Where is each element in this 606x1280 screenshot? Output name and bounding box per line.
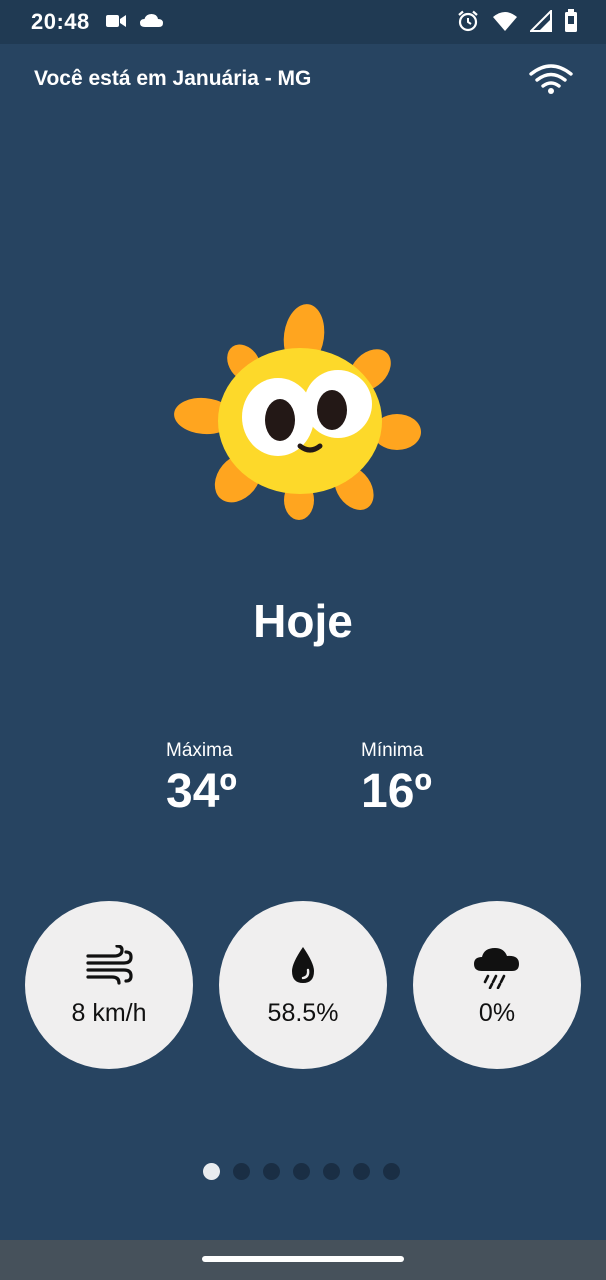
alarm-icon bbox=[456, 9, 480, 38]
rain-cloud-icon bbox=[413, 945, 581, 989]
sun-mascot bbox=[172, 300, 426, 524]
page-dot[interactable] bbox=[233, 1163, 250, 1180]
page-dot[interactable] bbox=[293, 1163, 310, 1180]
battery-icon bbox=[564, 9, 578, 38]
cellular-signal-icon bbox=[528, 8, 552, 37]
video-camera-icon bbox=[105, 11, 127, 36]
status-bar: 20:48 bbox=[0, 0, 606, 44]
max-temperature-value: 34º bbox=[166, 765, 237, 818]
wind-metric: 8 km/h bbox=[25, 901, 193, 1069]
rain-metric: 0% bbox=[413, 901, 581, 1069]
page-dot[interactable] bbox=[383, 1163, 400, 1180]
wind-icon bbox=[25, 945, 193, 985]
min-temperature-value: 16º bbox=[361, 765, 432, 818]
home-gesture-handle[interactable] bbox=[202, 1256, 404, 1262]
min-temperature: Mínima 16º bbox=[361, 740, 481, 816]
humidity-value: 58.5% bbox=[267, 999, 339, 1027]
max-temperature-label: Máxima bbox=[166, 740, 233, 761]
status-time: 20:48 bbox=[31, 9, 90, 34]
max-temperature: Máxima 34º bbox=[166, 740, 286, 816]
page-dot[interactable] bbox=[323, 1163, 340, 1180]
water-drop-icon bbox=[219, 945, 387, 985]
location-title: Você está em Januária - MG bbox=[34, 67, 312, 90]
wifi-icon[interactable] bbox=[528, 62, 574, 101]
wifi-signal-icon bbox=[492, 10, 518, 37]
page-indicator bbox=[203, 1163, 400, 1180]
wind-value: 8 km/h bbox=[71, 999, 147, 1027]
rain-value: 0% bbox=[478, 999, 516, 1027]
page-dot[interactable] bbox=[203, 1163, 220, 1180]
navigation-bar bbox=[0, 1240, 606, 1280]
page-dot[interactable] bbox=[263, 1163, 280, 1180]
day-title: Hoje bbox=[253, 595, 353, 647]
cloud-icon bbox=[139, 11, 165, 36]
page-dot[interactable] bbox=[353, 1163, 370, 1180]
min-temperature-label: Mínima bbox=[361, 740, 424, 761]
humidity-metric: 58.5% bbox=[219, 901, 387, 1069]
